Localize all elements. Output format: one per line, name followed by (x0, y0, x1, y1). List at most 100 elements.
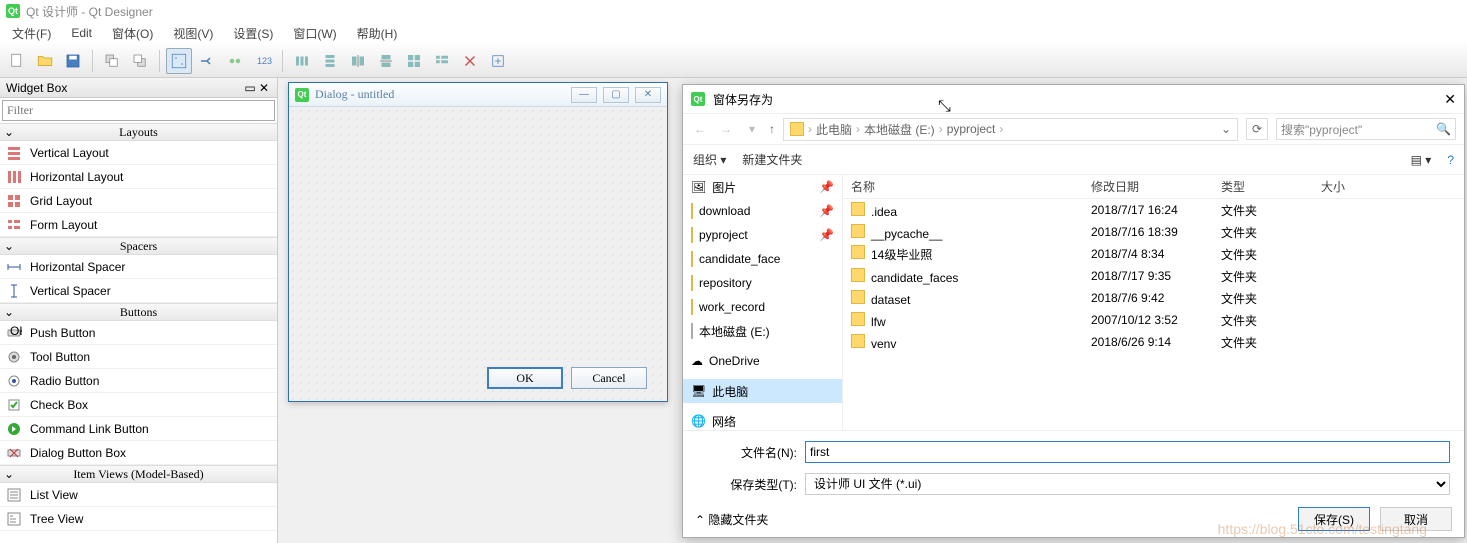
search-input[interactable]: 搜索"pyproject" 🔍 (1276, 118, 1456, 140)
section-header[interactable]: ⌄Spacers (0, 237, 277, 255)
section-header[interactable]: ⌄Buttons (0, 303, 277, 321)
crumb-drive[interactable]: 本地磁盘 (E:) (864, 121, 935, 138)
widget-item[interactable]: Horizontal Layout (0, 165, 277, 189)
col-type[interactable]: 类型 (1213, 178, 1313, 195)
file-row[interactable]: dataset2018/7/6 9:42文件夹 (843, 287, 1464, 309)
crumb-folder[interactable]: pyproject (947, 122, 996, 136)
edit-widgets-icon[interactable] (166, 48, 192, 74)
tree-node[interactable]: ☁OneDrive (683, 349, 842, 373)
widget-item[interactable]: Command Link Button (0, 417, 277, 441)
file-row[interactable]: .idea2018/7/17 16:24文件夹 (843, 199, 1464, 221)
break-layout-icon[interactable] (457, 48, 483, 74)
bring-front-icon[interactable] (127, 48, 153, 74)
widget-item[interactable]: Grid Layout (0, 189, 277, 213)
widget-item[interactable]: List View (0, 483, 277, 507)
tree-node[interactable]: download📌 (683, 199, 842, 223)
col-date[interactable]: 修改日期 (1083, 178, 1213, 195)
file-list[interactable]: 名称 修改日期 类型 大小 .idea2018/7/17 16:24文件夹__p… (843, 175, 1464, 430)
menu-help[interactable]: 帮助(H) (347, 23, 408, 44)
crumb-pc[interactable]: 此电脑 (816, 121, 852, 138)
widget-item[interactable]: Horizontal Spacer (0, 255, 277, 279)
file-row[interactable]: candidate_faces2018/7/17 9:35文件夹 (843, 265, 1464, 287)
cancel-button[interactable]: Cancel (571, 367, 647, 389)
section-header[interactable]: ⌄Layouts (0, 123, 277, 141)
ok-button[interactable]: OK (487, 367, 563, 389)
dialog-window[interactable]: Qt Dialog - untitled — ▢ ✕ OK Cancel (288, 82, 668, 402)
filename-input[interactable] (805, 441, 1450, 463)
save-button[interactable]: 保存(S) (1298, 507, 1370, 531)
minimize-icon[interactable]: — (571, 87, 597, 103)
maximize-icon[interactable]: ▢ (603, 87, 629, 103)
layout-grid-icon[interactable] (401, 48, 427, 74)
edit-buddies-icon[interactable] (222, 48, 248, 74)
close-icon[interactable]: ✕ (635, 87, 661, 103)
widget-filter-input[interactable] (2, 100, 275, 121)
save-dialog-titlebar[interactable]: Qt 窗体另存为 ✕ (683, 85, 1464, 113)
menu-edit[interactable]: Edit (61, 24, 102, 42)
layout-form-icon[interactable] (429, 48, 455, 74)
new-folder-button[interactable]: 新建文件夹 (742, 151, 802, 168)
column-headers[interactable]: 名称 修改日期 类型 大小 (843, 175, 1464, 199)
widget-item[interactable]: Vertical Layout (0, 141, 277, 165)
recent-icon[interactable]: ▾ (743, 122, 761, 136)
tree-node[interactable]: 本地磁盘 (E:) (683, 319, 842, 343)
forward-icon[interactable]: → (717, 122, 735, 136)
edit-signals-icon[interactable] (194, 48, 220, 74)
close-icon[interactable]: ✕ (1444, 91, 1456, 108)
menu-view[interactable]: 视图(V) (163, 23, 223, 44)
widget-item[interactable]: Tool Button (0, 345, 277, 369)
tree-node[interactable]: candidate_face (683, 247, 842, 271)
tree-node[interactable]: pyproject📌 (683, 223, 842, 247)
hide-folders-toggle[interactable]: ⌃ 隐藏文件夹 (695, 511, 768, 528)
save-file-icon[interactable] (60, 48, 86, 74)
file-row[interactable]: __pycache__2018/7/16 18:39文件夹 (843, 221, 1464, 243)
col-size[interactable]: 大小 (1313, 178, 1464, 195)
cancel-button[interactable]: 取消 (1380, 507, 1452, 531)
open-file-icon[interactable] (32, 48, 58, 74)
refresh-icon[interactable]: ⟳ (1246, 118, 1268, 140)
folder-tree[interactable]: 🖼图片📌download📌pyproject📌candidate_facerep… (683, 175, 843, 430)
savetype-select[interactable]: 设计师 UI 文件 (*.ui) (805, 473, 1450, 495)
edit-taborder-icon[interactable]: 123 (250, 48, 276, 74)
file-row[interactable]: 14级毕业照2018/7/4 8:34文件夹 (843, 243, 1464, 265)
col-name[interactable]: 名称 (843, 178, 1083, 195)
adjust-size-icon[interactable] (485, 48, 511, 74)
menu-file[interactable]: 文件(F) (2, 23, 61, 44)
widget-item[interactable]: Vertical Spacer (0, 279, 277, 303)
file-row[interactable]: venv2018/6/26 9:14文件夹 (843, 331, 1464, 353)
help-icon[interactable]: ? (1447, 153, 1454, 167)
view-options-icon[interactable]: ▤ ▾ (1411, 153, 1432, 167)
widget-item[interactable]: Radio Button (0, 369, 277, 393)
tree-node[interactable]: repository (683, 271, 842, 295)
widget-item[interactable]: Form Layout (0, 213, 277, 237)
layout-vertical-icon[interactable] (317, 48, 343, 74)
widget-item[interactable]: OKPush Button (0, 321, 277, 345)
send-back-icon[interactable] (99, 48, 125, 74)
widget-item[interactable]: Dialog Button Box (0, 441, 277, 465)
widget-item[interactable]: Check Box (0, 393, 277, 417)
layout-vertical-splitter-icon[interactable] (373, 48, 399, 74)
file-date: 2007/10/12 3:52 (1083, 313, 1213, 327)
file-row[interactable]: lfw2007/10/12 3:52文件夹 (843, 309, 1464, 331)
new-file-icon[interactable] (4, 48, 30, 74)
tree-node[interactable]: 🌐网络 (683, 409, 842, 430)
layout-horizontal-splitter-icon[interactable] (345, 48, 371, 74)
tree-node[interactable]: work_record (683, 295, 842, 319)
float-panel-icon[interactable]: ▭ (243, 81, 257, 95)
menu-form[interactable]: 窗体(O) (102, 23, 163, 44)
up-icon[interactable]: ↑ (769, 122, 775, 136)
dialog-body[interactable]: OK Cancel (289, 107, 667, 401)
layout-horizontal-icon[interactable] (289, 48, 315, 74)
tree-node[interactable]: 🖥此电脑 (683, 379, 842, 403)
menu-settings[interactable]: 设置(S) (223, 23, 283, 44)
menu-window[interactable]: 窗口(W) (283, 23, 346, 44)
close-panel-icon[interactable]: ✕ (257, 81, 271, 95)
widget-item[interactable]: Tree View (0, 507, 277, 531)
chevron-down-icon[interactable]: ⌄ (1221, 122, 1231, 136)
organize-menu[interactable]: 组织 ▾ (693, 151, 726, 168)
section-header[interactable]: ⌄Item Views (Model-Based) (0, 465, 277, 483)
dialog-titlebar[interactable]: Qt Dialog - untitled — ▢ ✕ (289, 83, 667, 107)
back-icon[interactable]: ← (691, 122, 709, 136)
breadcrumb[interactable]: › 此电脑 › 本地磁盘 (E:) › pyproject › ⌄ (783, 118, 1238, 141)
tree-node[interactable]: 🖼图片📌 (683, 175, 842, 199)
